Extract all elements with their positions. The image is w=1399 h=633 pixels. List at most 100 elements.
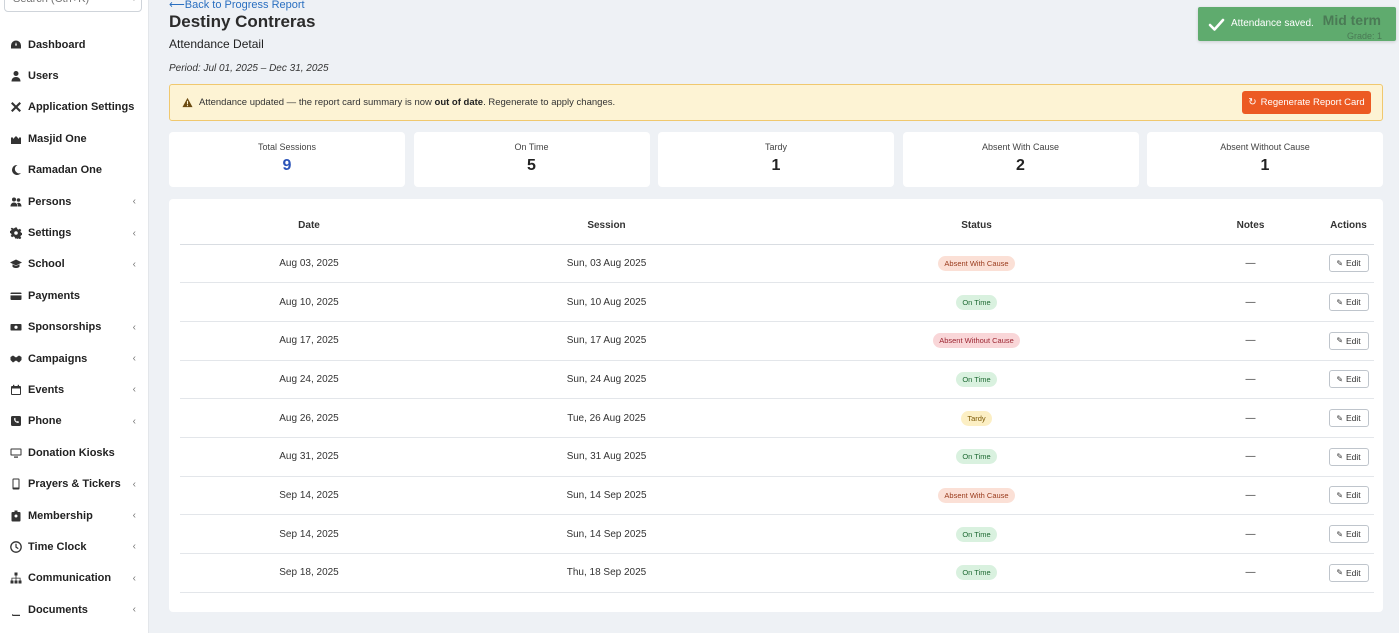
- edit-icon: ✎: [1336, 374, 1344, 384]
- table-row: Aug 24, 2025 Sun, 24 Aug 2025 On Time — ✎ Edi…: [180, 360, 1374, 400]
- toast-message: Attendance saved.: [1231, 18, 1314, 29]
- notes-cell: —: [1178, 553, 1323, 593]
- alert-text-before: Attendance updated — the report card sum…: [199, 97, 435, 108]
- date-cell: Aug 26, 2025: [180, 398, 438, 438]
- edit-icon: ✎: [1336, 452, 1344, 462]
- sidebar-item-masjid-one[interactable]: Masjid One: [0, 123, 149, 154]
- sidebar-item-ramadan-one[interactable]: Ramadan One: [0, 155, 149, 186]
- status-cell: On Time: [775, 360, 1178, 400]
- sidebar-item-payments[interactable]: Payments: [0, 280, 149, 311]
- edit-button-label: Edit: [1346, 258, 1361, 269]
- back-link-label: Back to Progress Report: [184, 0, 305, 11]
- edit-button[interactable]: ✎ Edit: [1328, 447, 1369, 466]
- notes-cell: —: [1178, 398, 1323, 438]
- sidebar-item-label: Membership: [28, 509, 93, 522]
- gear-icon: [9, 227, 22, 240]
- page-title: Destiny Contreras: [169, 12, 316, 31]
- search-input[interactable]: [5, 0, 115, 11]
- table-row: Aug 03, 2025 Sun, 03 Aug 2025 Absent With …: [180, 244, 1374, 284]
- sidebar-item-time-clock[interactable]: Time Clock ‹: [0, 531, 149, 562]
- sidebar-item-label: Communication: [28, 572, 112, 585]
- sitemap-icon: [9, 572, 22, 585]
- sidebar-item-school[interactable]: School ‹: [0, 249, 149, 280]
- column-header-actions: Actions: [1323, 207, 1374, 245]
- edit-icon: ✎: [1336, 490, 1344, 500]
- attendance-saved-toast[interactable]: Attendance saved. Mid term Grade: 1: [1198, 7, 1396, 41]
- table-row: Aug 10, 2025 Sun, 10 Aug 2025 On Time — ✎ Edi…: [180, 282, 1374, 322]
- notes-cell: —: [1178, 514, 1323, 554]
- actions-cell: ✎ Edit: [1323, 244, 1374, 284]
- sidebar-item-documents[interactable]: Documents ‹: [0, 594, 149, 625]
- sidebar-item-phone[interactable]: Phone ‹: [0, 406, 149, 437]
- edit-button[interactable]: ✎ Edit: [1328, 254, 1369, 273]
- column-header-session: Session: [438, 207, 775, 245]
- sidebar-item-label: Payments: [28, 289, 80, 302]
- tools-icon: [9, 101, 22, 114]
- out-of-date-alert: Attendance updated — the report card sum…: [169, 84, 1383, 121]
- alert-message: Attendance updated — the report card sum…: [199, 97, 615, 108]
- sidebar-item-prayers-and-tickers[interactable]: Prayers & Tickers ‹: [0, 468, 149, 499]
- sidebar-item-dashboard[interactable]: Dashboard: [0, 29, 149, 60]
- sidebar-item-sponsorships[interactable]: Sponsorships ‹: [0, 312, 149, 343]
- status-badge: Absent With Cause: [938, 487, 1015, 503]
- grade-label: Grade: 1: [1346, 31, 1382, 41]
- main-content: ⟵Back to Progress Report Destiny Contrer…: [149, 0, 1399, 633]
- sidebar-item-settings[interactable]: Settings ‹: [0, 217, 149, 248]
- edit-icon: ✎: [1336, 529, 1344, 539]
- edit-button[interactable]: ✎ Edit: [1328, 370, 1369, 389]
- chevron-left-icon: ‹: [132, 415, 136, 427]
- edit-button[interactable]: ✎ Edit: [1328, 486, 1369, 505]
- sidebar-item-campaigns[interactable]: Campaigns ‹: [0, 343, 149, 374]
- chevron-left-icon: ‹: [132, 321, 136, 333]
- edit-button[interactable]: ✎ Edit: [1328, 525, 1369, 544]
- notes-cell: —: [1178, 282, 1323, 322]
- edit-button-label: Edit: [1346, 297, 1361, 308]
- actions-cell: ✎ Edit: [1323, 514, 1374, 554]
- edit-button-label: Edit: [1346, 490, 1361, 501]
- sidebar-item-label: Masjid One: [28, 132, 87, 145]
- sidebar-item-label: Prayers & Tickers: [28, 478, 121, 491]
- attendance-table: Date Session Status Notes Actions Aug 03…: [180, 207, 1374, 593]
- session-cell: Sun, 24 Aug 2025: [438, 360, 775, 400]
- status-badge: Tardy: [961, 410, 992, 426]
- stat-card-total-sessions: Total Sessions 9: [169, 132, 405, 187]
- regenerate-report-card-button[interactable]: ↻ Regenerate Report Card: [1242, 91, 1371, 114]
- session-cell: Tue, 26 Aug 2025: [438, 398, 775, 438]
- sidebar-item-communication[interactable]: Communication ‹: [0, 563, 149, 594]
- chevron-left-icon: ‹: [132, 353, 136, 365]
- stat-card-absent-with-cause: Absent With Cause 2: [902, 132, 1139, 187]
- back-to-progress-report-link[interactable]: ⟵Back to Progress Report: [169, 0, 305, 11]
- table-row: Aug 26, 2025 Tue, 26 Aug 2025 Tardy — ✎ Edit: [180, 398, 1374, 438]
- status-cell: On Time: [775, 553, 1178, 593]
- search-box[interactable]: ‹: [4, 0, 142, 12]
- phone-icon: [9, 415, 22, 428]
- status-cell: On Time: [775, 514, 1178, 554]
- chevron-left-icon: ‹: [132, 258, 136, 270]
- edit-button[interactable]: ✎ Edit: [1328, 331, 1369, 350]
- notes-cell: —: [1178, 437, 1323, 477]
- edit-button[interactable]: ✎ Edit: [1328, 409, 1369, 428]
- tablet-icon: [9, 478, 22, 491]
- sidebar-item-events[interactable]: Events ‹: [0, 374, 149, 405]
- sidebar-item-application-settings[interactable]: Application Settings: [0, 92, 149, 123]
- edit-button[interactable]: ✎ Edit: [1328, 293, 1369, 312]
- actions-cell: ✎ Edit: [1323, 360, 1374, 400]
- status-cell: Absent Without Cause: [775, 321, 1178, 361]
- edit-button[interactable]: ✎ Edit: [1328, 563, 1369, 582]
- alert-text-after: . Regenerate to apply changes.: [483, 97, 616, 108]
- session-cell: Sun, 17 Aug 2025: [438, 321, 775, 361]
- stat-card-on-time: On Time 5: [413, 132, 650, 187]
- sidebar-item-membership[interactable]: Membership ‹: [0, 500, 149, 531]
- stat-card-absent-without-cause: Absent Without Cause 1: [1147, 132, 1383, 187]
- sidebar-item-donation-kiosks[interactable]: Donation Kiosks: [0, 437, 149, 468]
- sidebar-item-users[interactable]: Users: [0, 60, 149, 91]
- sidebar-item-persons[interactable]: Persons ‹: [0, 186, 149, 217]
- sidebar-item-label: Documents: [28, 603, 88, 616]
- sidebar-item-label: Application Settings: [28, 101, 135, 114]
- date-cell: Aug 17, 2025: [180, 321, 438, 361]
- clock-icon: [9, 540, 22, 553]
- table-header-row: Date Session Status Notes Actions: [180, 207, 1374, 245]
- sidebar-item-label: Donation Kiosks: [28, 446, 115, 459]
- stat-value: 2: [1016, 157, 1025, 174]
- actions-cell: ✎ Edit: [1323, 553, 1374, 593]
